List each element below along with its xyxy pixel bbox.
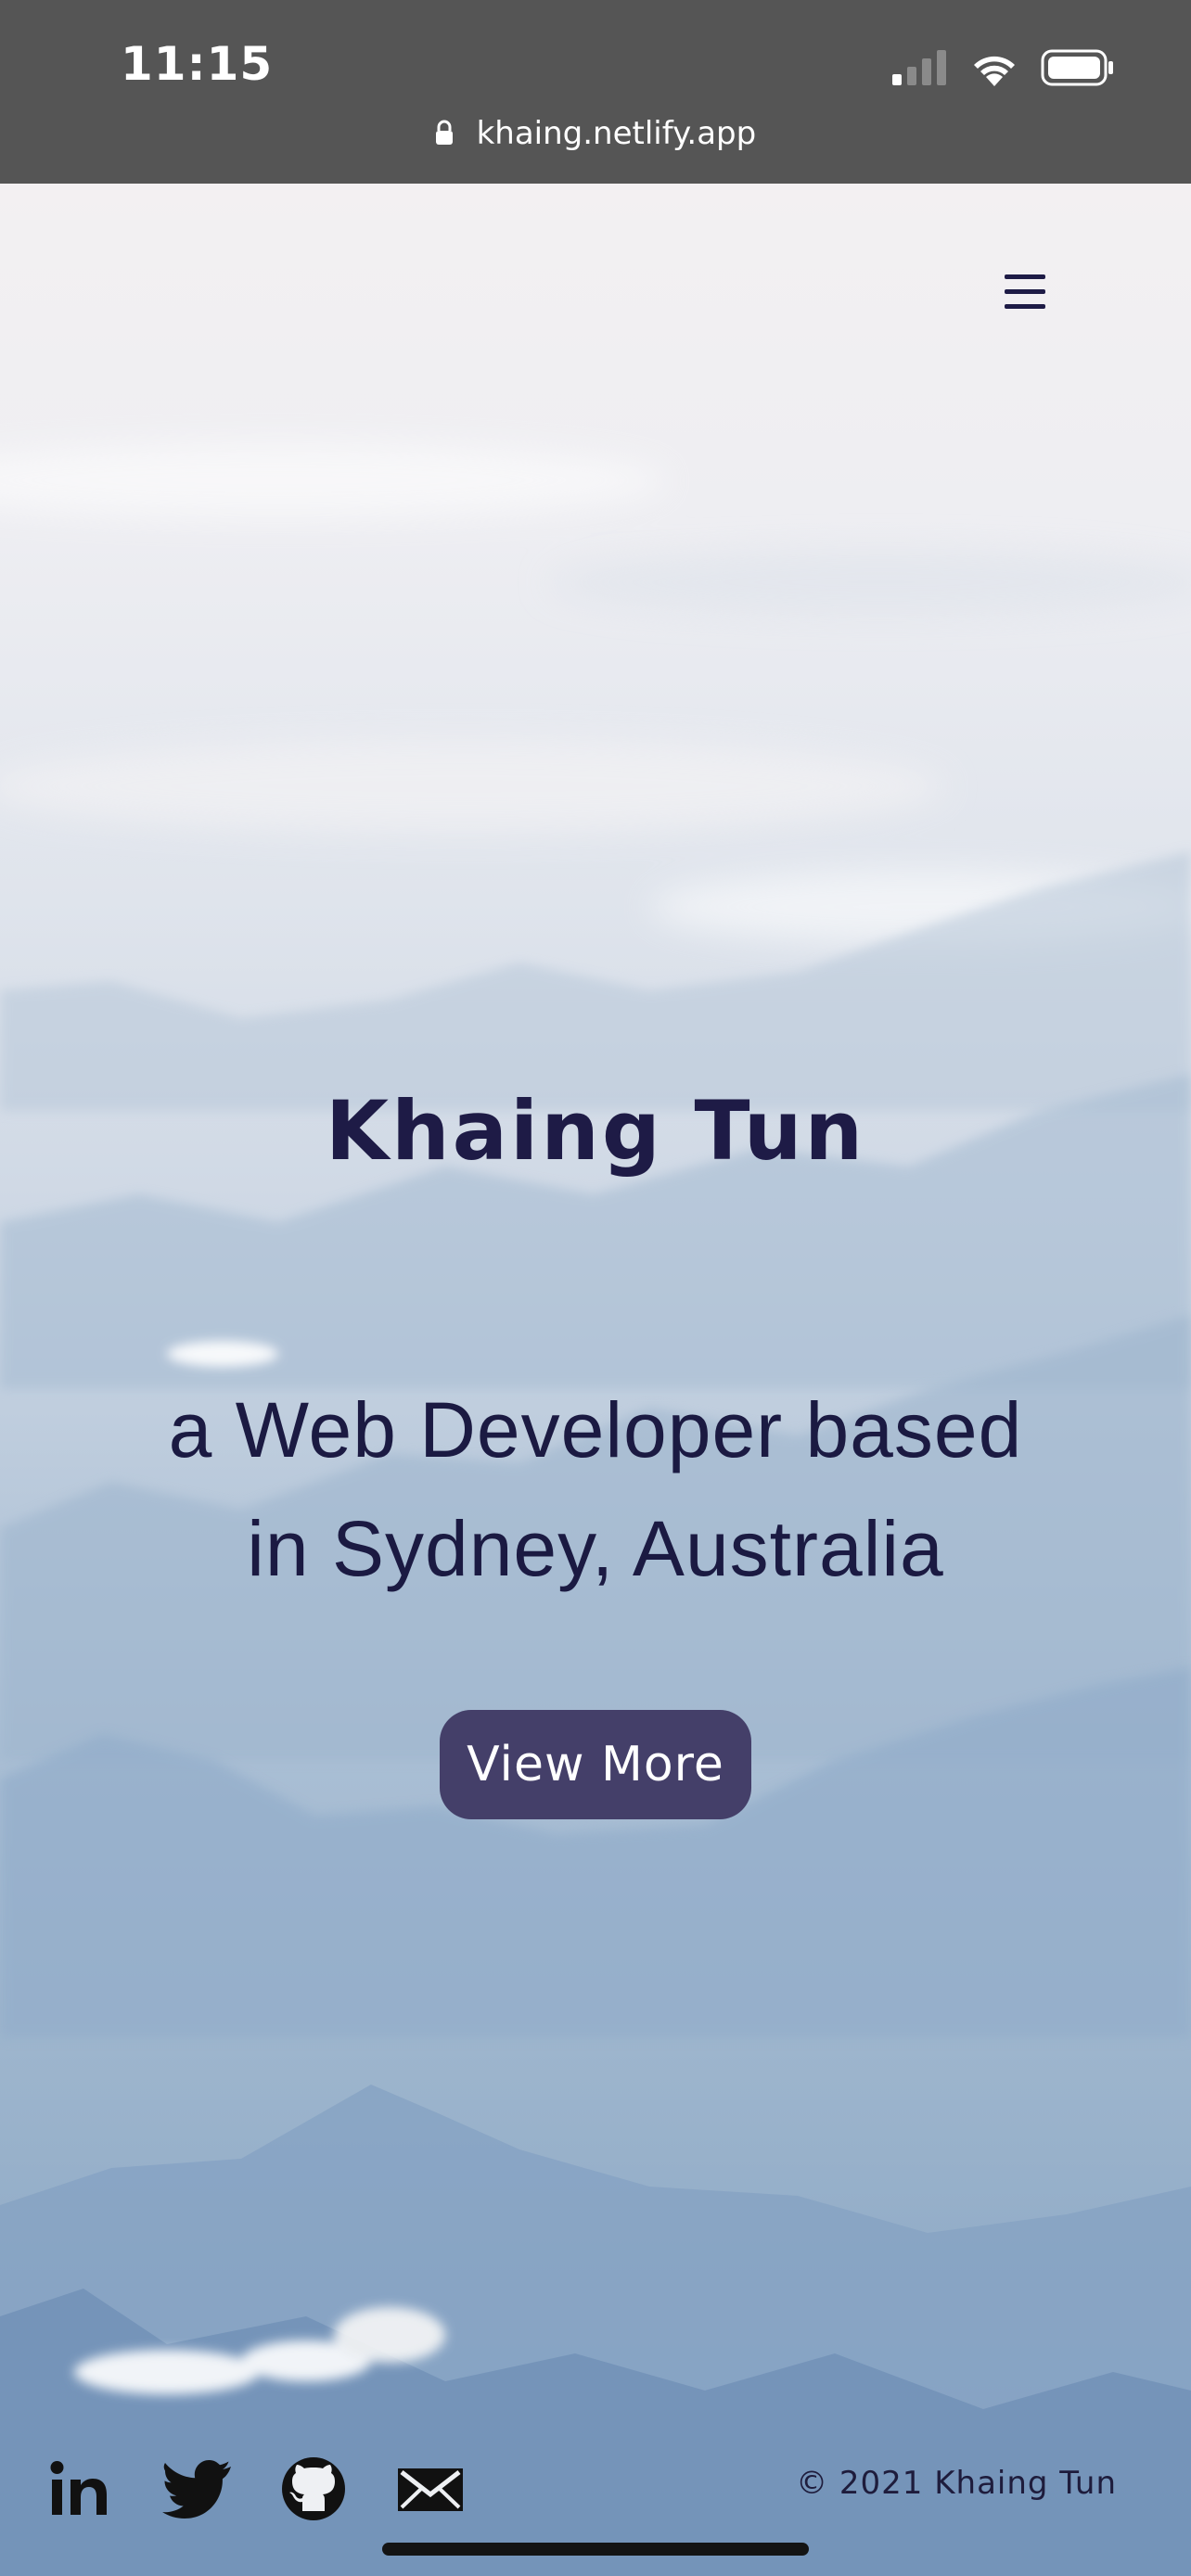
linkedin-icon[interactable] — [45, 2454, 115, 2524]
url-text: khaing.netlify.app — [476, 115, 757, 152]
tagline: a Web Developer based in Sydney, Austral… — [111, 1371, 1080, 1608]
cellular-signal-icon — [892, 50, 946, 85]
tagline-line-2: in Sydney, Australia — [247, 1505, 944, 1592]
tagline-line-1: a Web Developer based — [168, 1386, 1023, 1473]
hamburger-menu-icon[interactable] — [1002, 269, 1048, 315]
phone-screen: 11:15 khaing.netlify.app Khaing Tun a We… — [0, 0, 1191, 2576]
social-links — [45, 2454, 466, 2524]
url-bar[interactable]: khaing.netlify.app — [0, 115, 1191, 152]
copyright: © 2021 Khaing Tun — [796, 2465, 1117, 2502]
view-more-button[interactable]: View More — [440, 1710, 751, 1819]
battery-icon — [1041, 49, 1113, 86]
browser-status-bar: 11:15 khaing.netlify.app — [0, 0, 1191, 184]
twitter-icon[interactable] — [161, 2454, 232, 2524]
status-time: 11:15 — [121, 37, 274, 91]
home-indicator[interactable] — [382, 2543, 809, 2556]
wifi-icon — [974, 56, 1015, 86]
lock-icon — [435, 120, 453, 145]
name-heading: Khaing Tun — [325, 1083, 866, 1179]
status-icons — [892, 46, 1115, 89]
email-icon[interactable] — [395, 2454, 466, 2524]
github-icon[interactable] — [278, 2454, 349, 2524]
hero-section: Khaing Tun a Web Developer based in Sydn… — [0, 184, 1191, 2576]
